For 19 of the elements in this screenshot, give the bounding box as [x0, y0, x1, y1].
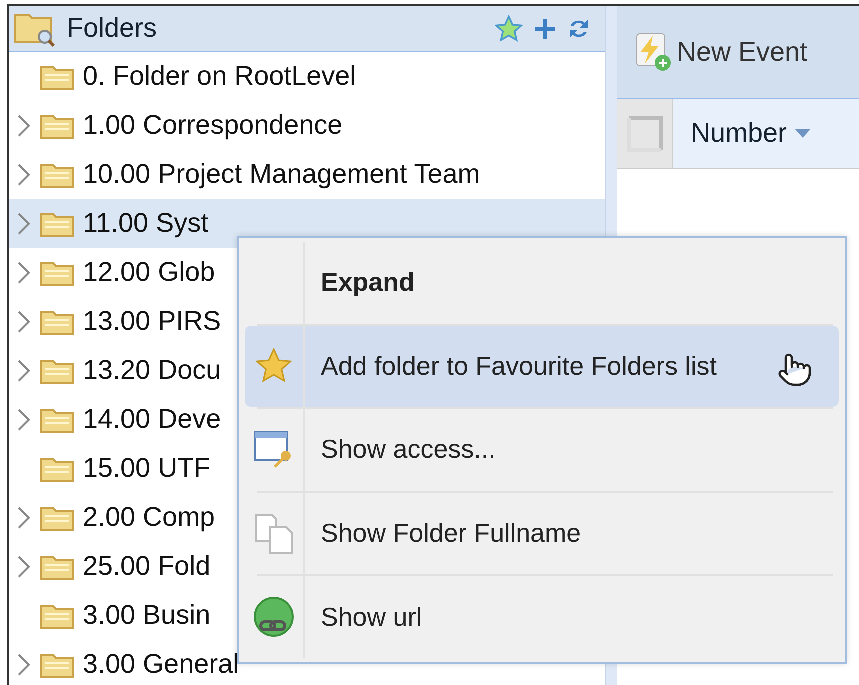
folder-label: 2.00 Comp — [83, 502, 216, 533]
menu-label: Add folder to Favourite Folders list — [320, 350, 717, 382]
folder-label: 14.00 Deve — [83, 404, 222, 435]
folder-label: 15.00 UTF — [83, 453, 211, 484]
menu-label: Show Folder Fullname — [320, 518, 582, 550]
menu-label: Expand — [320, 267, 415, 298]
folder-label: 1.00 Correspondence — [83, 110, 343, 141]
folder-label: 13.00 PIRS — [83, 306, 222, 337]
panel-title: Folders — [67, 13, 158, 44]
folder-label: 25.00 Fold — [83, 551, 211, 582]
menu-label: Show access... — [320, 434, 496, 466]
folder-label: 10.00 Project Management Team — [83, 159, 480, 190]
folder-label: 13.20 Docu — [83, 355, 222, 386]
folder-label: 3.00 General — [83, 649, 240, 680]
folder-label: 12.00 Glob — [83, 257, 216, 288]
folder-label: 11.00 Syst — [83, 208, 209, 239]
menu-label: Show url — [320, 602, 422, 633]
folder-label: 3.00 Busin — [83, 600, 211, 631]
folder-label: 0. Folder on RootLevel — [83, 61, 356, 92]
